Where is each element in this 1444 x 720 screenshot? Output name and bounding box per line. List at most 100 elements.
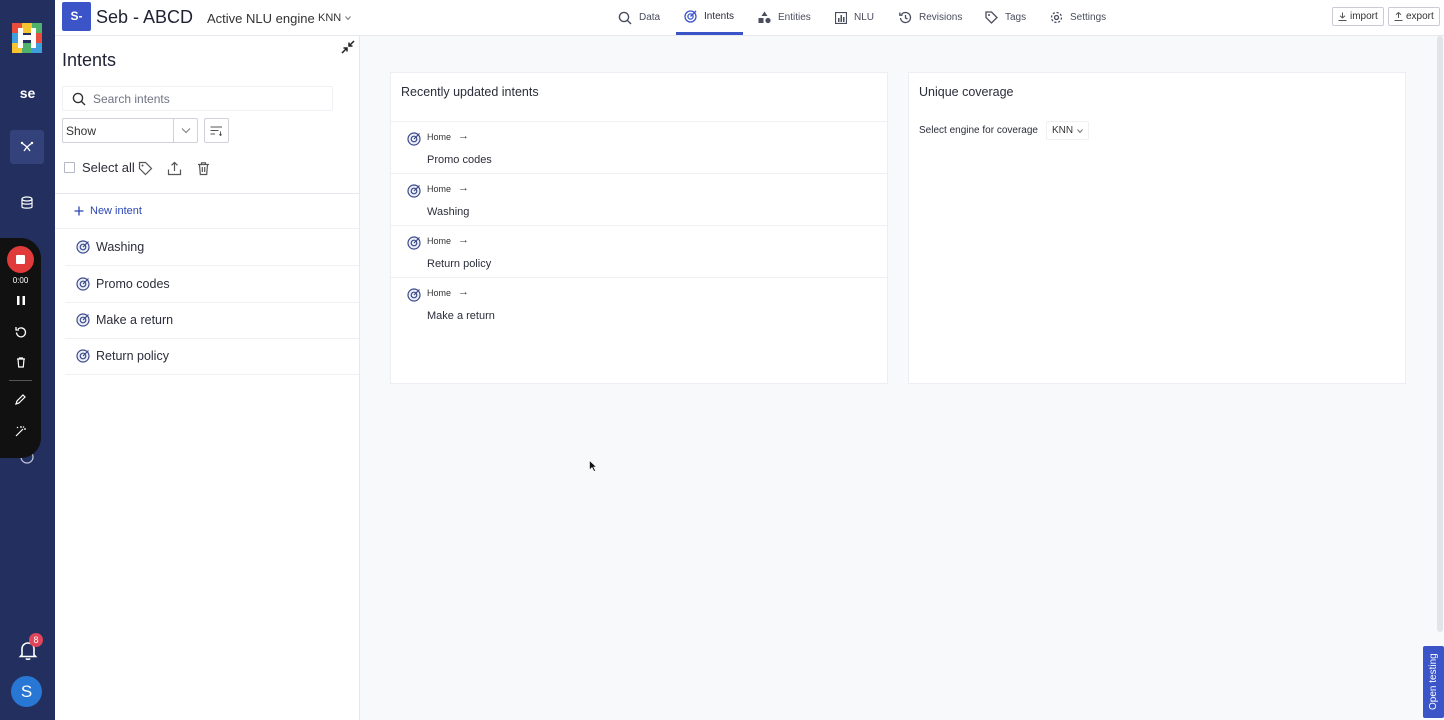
tab-label: Settings bbox=[1070, 12, 1107, 23]
recently-updated-card: Recently updated intents Home → Promo co… bbox=[390, 72, 888, 384]
recent-item-promo-codes[interactable]: Home → Promo codes bbox=[391, 121, 887, 173]
show-filter-select[interactable]: Show bbox=[62, 118, 198, 143]
breadcrumb-home[interactable]: Home bbox=[427, 184, 451, 194]
coverage-engine-select[interactable]: KNN bbox=[1046, 121, 1090, 140]
target-icon bbox=[76, 240, 90, 254]
intent-item-washing[interactable]: Washing bbox=[65, 229, 359, 266]
export-label: export bbox=[1406, 11, 1434, 22]
recent-intent-name[interactable]: Make a return bbox=[427, 310, 495, 322]
app-logo[interactable] bbox=[12, 23, 42, 53]
delete-icon[interactable] bbox=[196, 161, 211, 176]
recent-item-return-policy[interactable]: Home → Return policy bbox=[391, 225, 887, 277]
nlu-engine-select[interactable]: KNN bbox=[313, 7, 356, 29]
show-filter-toggle[interactable] bbox=[173, 119, 197, 142]
import-button[interactable]: import bbox=[1332, 7, 1384, 26]
nlu-engine-label: Active NLU engine bbox=[207, 11, 315, 26]
project-name[interactable]: Seb - ABCD bbox=[96, 7, 193, 28]
pause-icon bbox=[16, 296, 25, 305]
open-testing-button[interactable]: Open testing bbox=[1423, 646, 1444, 718]
new-intent-label: New intent bbox=[90, 205, 142, 217]
target-icon bbox=[76, 313, 90, 327]
tab-entities[interactable]: Entities bbox=[750, 0, 819, 35]
workspace-initials[interactable]: se bbox=[0, 85, 55, 101]
target-icon bbox=[76, 277, 90, 291]
tab-revisions[interactable]: Revisions bbox=[891, 0, 970, 35]
import-label: import bbox=[1350, 11, 1378, 22]
recent-intent-name[interactable]: Promo codes bbox=[427, 154, 492, 166]
select-all-label: Select all bbox=[82, 160, 135, 175]
intent-item-make-a-return[interactable]: Make a return bbox=[65, 302, 359, 339]
unique-coverage-card: Unique coverage Select engine for covera… bbox=[908, 72, 1406, 384]
record-restart-button[interactable] bbox=[11, 322, 30, 341]
collapse-panel-icon[interactable] bbox=[341, 40, 355, 54]
target-icon bbox=[407, 132, 421, 146]
recent-item-washing[interactable]: Home → Washing bbox=[391, 173, 887, 225]
search-icon bbox=[618, 11, 632, 24]
breadcrumb-home[interactable]: Home bbox=[427, 132, 451, 142]
panel-title: Intents bbox=[62, 50, 117, 70]
record-stop-button[interactable] bbox=[7, 246, 34, 273]
new-intent-button[interactable]: New intent bbox=[55, 193, 359, 229]
intents-sidebar: Intents Show Select all New intent Washi… bbox=[55, 36, 360, 720]
nlu-icon bbox=[20, 141, 34, 152]
intent-name: Promo codes bbox=[96, 277, 170, 291]
select-all-row[interactable]: Select all bbox=[64, 160, 135, 175]
tab-tags[interactable]: Tags bbox=[977, 0, 1034, 35]
rail-item-database[interactable] bbox=[10, 186, 44, 220]
arrow-right-icon: → bbox=[458, 286, 469, 298]
tab-nlu[interactable]: NLU bbox=[827, 0, 882, 35]
record-draw-button[interactable] bbox=[11, 390, 30, 409]
screen-recorder-controls: 0:00 bbox=[0, 238, 41, 458]
download-icon bbox=[1338, 12, 1347, 21]
recent-intent-name[interactable]: Washing bbox=[427, 206, 469, 218]
target-icon bbox=[407, 288, 421, 302]
intent-item-return-policy[interactable]: Return policy bbox=[65, 338, 359, 375]
chevron-down-icon bbox=[181, 128, 190, 134]
tag-icon bbox=[985, 11, 998, 24]
select-all-checkbox[interactable] bbox=[64, 162, 75, 173]
shapes-icon bbox=[758, 11, 771, 24]
page-scrollbar[interactable] bbox=[1437, 36, 1443, 632]
export-intents-icon[interactable] bbox=[167, 161, 182, 176]
record-pause-button[interactable] bbox=[11, 291, 30, 310]
tab-label: Intents bbox=[704, 10, 735, 22]
breadcrumb-home[interactable]: Home bbox=[427, 288, 451, 298]
coverage-engine-value: KNN bbox=[1052, 125, 1074, 136]
target-icon bbox=[407, 184, 421, 198]
project-badge[interactable]: S- bbox=[62, 2, 91, 31]
search-intents-input[interactable] bbox=[93, 91, 313, 106]
mouse-cursor-icon bbox=[589, 460, 597, 472]
tab-label: Entities bbox=[778, 12, 811, 23]
rail-item-nlu[interactable] bbox=[10, 130, 44, 164]
tag-icon[interactable] bbox=[138, 161, 153, 176]
intent-item-promo-codes[interactable]: Promo codes bbox=[65, 266, 359, 303]
export-button[interactable]: export bbox=[1388, 7, 1440, 26]
recent-intent-name[interactable]: Return policy bbox=[427, 258, 491, 270]
user-avatar[interactable]: S bbox=[11, 676, 42, 707]
magic-wand-icon bbox=[15, 425, 26, 436]
tab-data[interactable]: Data bbox=[610, 0, 668, 35]
recent-item-make-a-return[interactable]: Home → Make a return bbox=[391, 277, 887, 329]
notification-badge: 8 bbox=[29, 633, 43, 647]
tab-intents[interactable]: Intents bbox=[676, 0, 743, 35]
tab-settings[interactable]: Settings bbox=[1042, 0, 1114, 35]
restart-icon bbox=[14, 326, 26, 337]
sort-button[interactable] bbox=[204, 118, 229, 143]
chevron-down-icon bbox=[345, 16, 352, 21]
search-icon bbox=[72, 92, 86, 105]
tab-label: Data bbox=[639, 12, 661, 23]
breadcrumb-home[interactable]: Home bbox=[427, 236, 451, 246]
bar-chart-icon bbox=[835, 11, 847, 24]
plus-icon bbox=[74, 206, 84, 216]
pencil-icon bbox=[15, 394, 26, 405]
target-icon bbox=[684, 9, 697, 23]
intent-name: Return policy bbox=[96, 349, 169, 363]
target-icon bbox=[407, 236, 421, 250]
unique-coverage-title: Unique coverage bbox=[919, 85, 1014, 99]
tab-label: NLU bbox=[854, 12, 875, 23]
record-effects-button[interactable] bbox=[11, 421, 30, 440]
trash-icon bbox=[16, 357, 25, 368]
record-delete-button[interactable] bbox=[11, 353, 30, 372]
recorder-divider bbox=[9, 380, 32, 381]
search-intents-box[interactable] bbox=[62, 86, 333, 111]
